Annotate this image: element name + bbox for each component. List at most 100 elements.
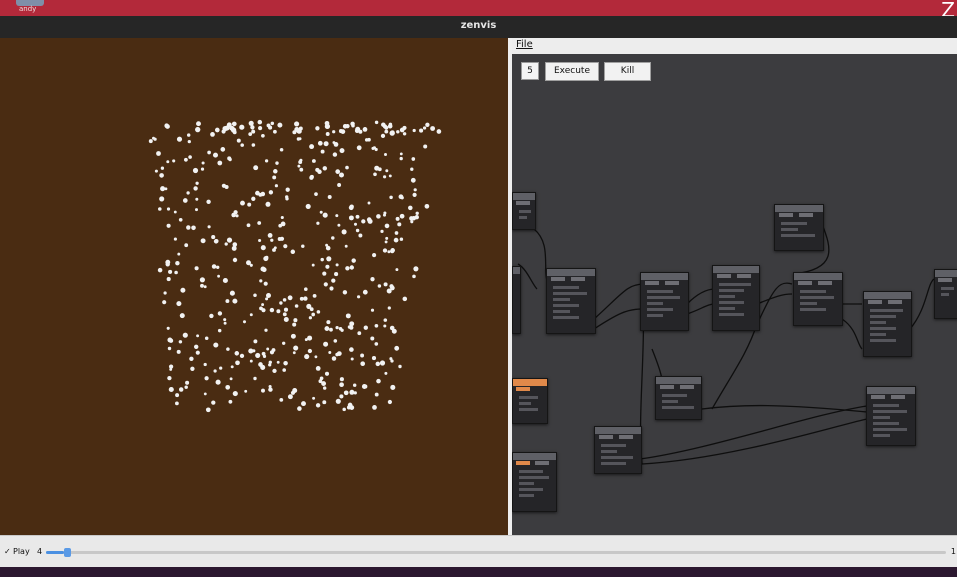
particle [311, 159, 316, 163]
particle [209, 313, 214, 319]
graph-node[interactable] [712, 265, 760, 331]
particle [383, 175, 387, 179]
particle [266, 123, 271, 128]
particle [425, 122, 430, 127]
graph-node[interactable] [512, 378, 548, 424]
graph-node[interactable] [774, 204, 824, 251]
particle-viewport[interactable] [0, 38, 508, 535]
particle [195, 126, 201, 133]
particle [380, 133, 386, 139]
particle [339, 172, 344, 178]
timeline-slider[interactable] [46, 548, 946, 557]
timeline-bar: ✓ Play 4 1 [0, 535, 957, 568]
particle [287, 394, 293, 400]
graph-node[interactable] [655, 376, 702, 420]
node-editor[interactable]: Execute Kill [512, 54, 957, 535]
graph-node[interactable] [546, 268, 596, 334]
particle [383, 211, 387, 215]
particle [339, 148, 345, 154]
menu-file[interactable]: File [516, 39, 533, 50]
particle [265, 297, 269, 301]
particle [211, 400, 216, 405]
particle [311, 263, 315, 267]
particle [235, 214, 239, 218]
particle [351, 124, 355, 128]
particle [236, 138, 241, 143]
particle [388, 174, 392, 178]
particle [320, 149, 325, 154]
particle [268, 387, 273, 392]
particle [165, 259, 171, 265]
particle [397, 222, 402, 227]
particle [335, 214, 339, 218]
particle [279, 398, 284, 402]
particle [349, 265, 354, 270]
particle [363, 325, 368, 330]
particle [335, 169, 341, 174]
particle [246, 223, 251, 228]
particle [186, 191, 190, 195]
graph-node[interactable] [934, 269, 957, 319]
particle [328, 351, 332, 354]
particle [217, 274, 221, 278]
execute-button[interactable]: Execute [545, 62, 599, 81]
particle [240, 143, 244, 147]
kill-button[interactable]: Kill [604, 62, 651, 81]
particle [345, 266, 350, 271]
graph-node[interactable] [866, 386, 916, 446]
particle [410, 167, 414, 171]
frame-count-input[interactable] [521, 62, 539, 80]
particle [294, 121, 300, 127]
particle [223, 321, 227, 325]
graph-node[interactable] [512, 266, 521, 334]
particle [294, 304, 299, 308]
particle [413, 188, 417, 192]
graph-node[interactable] [793, 272, 843, 326]
graph-node[interactable] [512, 192, 536, 230]
particle [335, 398, 341, 404]
particle [400, 196, 404, 200]
particle [396, 130, 400, 134]
particle [292, 388, 298, 393]
graph-node[interactable] [640, 272, 689, 331]
particle [224, 242, 228, 246]
particle [301, 244, 305, 248]
particle [319, 210, 323, 214]
particle [339, 382, 344, 388]
timeline-handle[interactable] [64, 548, 71, 557]
particle [264, 328, 268, 332]
particle [192, 167, 199, 174]
particle [261, 303, 265, 307]
particle [232, 391, 238, 397]
play-label[interactable]: Play [13, 547, 30, 556]
particle [166, 223, 171, 228]
particle [333, 142, 339, 147]
particle [275, 161, 279, 165]
particle [214, 239, 219, 243]
particle [177, 252, 181, 256]
particle [258, 192, 263, 197]
particle [296, 137, 301, 141]
particle [391, 328, 397, 334]
particle [287, 295, 293, 301]
particle [223, 318, 227, 322]
particle [220, 147, 226, 152]
particle [315, 126, 320, 131]
particle [283, 317, 289, 322]
particle [293, 318, 298, 323]
particle [228, 399, 233, 404]
particle [163, 291, 167, 295]
particle [398, 364, 402, 369]
graph-node[interactable] [512, 452, 557, 512]
particle [373, 172, 377, 177]
particle [277, 122, 283, 128]
particle [187, 139, 191, 144]
particle [248, 132, 253, 136]
play-checkbox[interactable]: ✓ [4, 547, 11, 556]
particle [385, 169, 389, 173]
particle [257, 119, 263, 125]
particle [214, 127, 220, 133]
graph-node[interactable] [594, 426, 642, 474]
particle [316, 310, 321, 314]
graph-node[interactable] [863, 291, 912, 357]
